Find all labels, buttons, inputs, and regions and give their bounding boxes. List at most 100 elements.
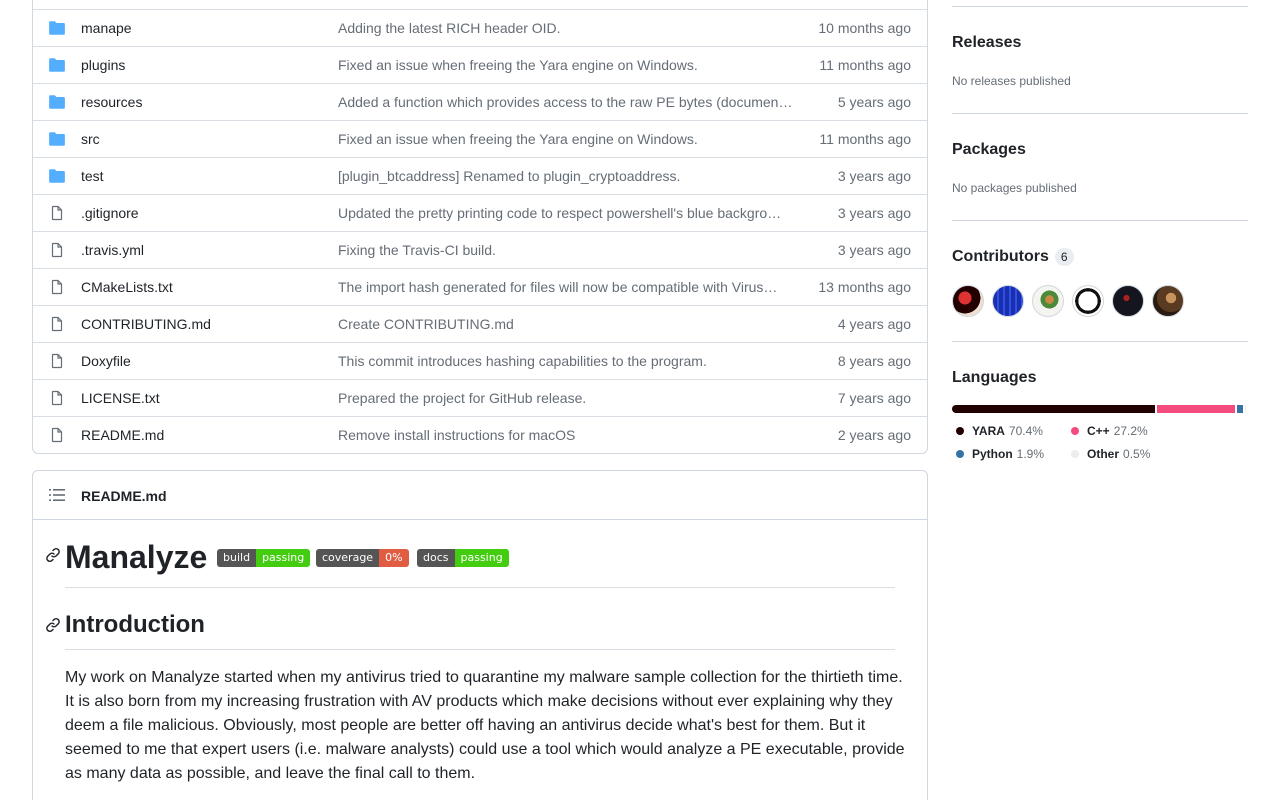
language-item[interactable]: YARA 70.4% xyxy=(952,424,1043,438)
file-row[interactable]: .travis.yml Fixing the Travis-CI build. 3 … xyxy=(33,231,927,268)
languages-bar xyxy=(952,405,1248,413)
readme-panel: README.md Manalyze build passing coverage 0… xyxy=(32,470,928,800)
contributors-count-badge: 6 xyxy=(1054,248,1074,266)
commit-time: 4 years ago xyxy=(837,316,911,332)
packages-empty-text: No packages published xyxy=(952,181,1077,195)
commit-message-link[interactable]: Remove install instructions for macOS xyxy=(338,427,796,443)
contributors-label[interactable]: Contributors xyxy=(952,248,1049,265)
folder-icon xyxy=(48,131,66,147)
contributor-avatar[interactable] xyxy=(1152,285,1184,317)
contributor-avatar[interactable] xyxy=(1032,285,1064,317)
file-row[interactable]: src Fixed an issue when freeing the Yara … xyxy=(33,120,927,157)
contributor-avatar[interactable] xyxy=(1072,285,1104,317)
language-percentage: 70.4% xyxy=(1008,424,1043,438)
language-percentage: 1.9% xyxy=(1016,447,1045,461)
file-name-link[interactable]: test xyxy=(81,168,104,184)
file-name-link[interactable]: plugins xyxy=(81,57,125,73)
file-row[interactable]: CONTRIBUTING.md Create CONTRIBUTING.md 4 y… xyxy=(33,305,927,342)
commit-time: 10 months ago xyxy=(818,20,911,36)
commit-message-link[interactable]: Fixing the Travis-CI build. xyxy=(338,242,796,258)
commit-time: 2 years ago xyxy=(837,427,911,443)
file-row[interactable]: LICENSE.txt Prepared the project for GitH… xyxy=(33,379,927,416)
readme-filename[interactable]: README.md xyxy=(81,488,167,504)
commit-message-link[interactable]: Adding the latest RICH header OID. xyxy=(338,20,796,36)
file-name-link[interactable]: resources xyxy=(81,94,142,110)
badge-value: passing xyxy=(256,549,311,567)
commit-message-link[interactable]: Fixed an issue when freeing the Yara eng… xyxy=(338,57,796,73)
commit-time: 8 years ago xyxy=(837,353,911,369)
language-name: Python xyxy=(972,447,1013,461)
file-row[interactable]: test [plugin_btcaddress] Renamed to plugi… xyxy=(33,157,927,194)
file-row[interactable]: CMakeLists.txt The import hash generated … xyxy=(33,268,927,305)
language-item[interactable]: Python 1.9% xyxy=(952,447,1044,461)
file-row[interactable]: resources Added a function which provides… xyxy=(33,83,927,120)
releases-empty-text: No releases published xyxy=(952,74,1071,88)
readme-header: README.md xyxy=(33,471,927,520)
badge-label: docs xyxy=(417,549,455,567)
folder-icon xyxy=(48,57,66,73)
file-icon xyxy=(48,427,66,443)
folder-icon xyxy=(48,94,66,110)
file-name-link[interactable]: README.md xyxy=(81,427,164,443)
file-row[interactable]: README.md Remove install instructions for… xyxy=(33,416,927,453)
commit-message-link[interactable]: Prepared the project for GitHub release. xyxy=(338,390,796,406)
file-icon xyxy=(48,316,66,332)
contributors-heading[interactable]: Contributors 6 xyxy=(952,248,1074,266)
contributor-avatar[interactable] xyxy=(952,285,984,317)
folder-icon xyxy=(48,168,66,184)
build-badge[interactable]: build passing xyxy=(217,549,311,567)
divider xyxy=(952,341,1248,342)
divider xyxy=(952,113,1248,114)
commit-message-link[interactable]: [plugin_btcaddress] Renamed to plugin_cr… xyxy=(338,168,796,184)
packages-heading[interactable]: Packages xyxy=(952,141,1026,159)
language-percentage: 27.2% xyxy=(1113,424,1148,438)
file-row[interactable]: .gitignore Updated the pretty printing co… xyxy=(33,194,927,231)
badge-value: passing xyxy=(454,549,509,567)
folder-icon xyxy=(48,20,66,36)
file-name-link[interactable]: CONTRIBUTING.md xyxy=(81,316,211,332)
languages-heading: Languages xyxy=(952,369,1037,386)
file-icon xyxy=(48,242,66,258)
file-row[interactable]: Doxyfile This commit introduces hashing c… xyxy=(33,342,927,379)
commit-time: 3 years ago xyxy=(837,205,911,221)
divider xyxy=(65,649,895,650)
commit-message-link[interactable]: The import hash generated for files will… xyxy=(338,279,796,295)
language-item[interactable]: C++ 27.2% xyxy=(1067,424,1148,438)
file-name-link[interactable]: Doxyfile xyxy=(81,353,131,369)
file-name-link[interactable]: manape xyxy=(81,20,132,36)
badge-label: coverage xyxy=(316,549,380,567)
language-bar-segment xyxy=(1156,405,1236,413)
contributor-avatar[interactable] xyxy=(1112,285,1144,317)
commit-time: 11 months ago xyxy=(819,131,911,147)
commit-message-link[interactable]: This commit introduces hashing capabilit… xyxy=(338,353,796,369)
anchor-link-icon[interactable] xyxy=(45,617,61,633)
file-row[interactable]: plugins Fixed an issue when freeing the Y… xyxy=(33,46,927,83)
commit-message-link[interactable]: Create CONTRIBUTING.md xyxy=(338,316,796,332)
file-name-link[interactable]: .gitignore xyxy=(81,205,139,221)
language-name: YARA xyxy=(972,424,1005,438)
divider xyxy=(952,220,1248,221)
language-item[interactable]: Other 0.5% xyxy=(1067,447,1150,461)
file-name-link[interactable]: LICENSE.txt xyxy=(81,390,160,406)
commit-time: 5 years ago xyxy=(837,94,911,110)
badge-value: 0% xyxy=(379,549,409,567)
commit-message-link[interactable]: Updated the pretty printing code to resp… xyxy=(338,205,796,221)
commit-time: 3 years ago xyxy=(837,242,911,258)
file-name-link[interactable]: .travis.yml xyxy=(81,242,144,258)
introduction-heading: Introduction xyxy=(65,611,205,638)
coverage-badge[interactable]: coverage 0% xyxy=(316,549,409,567)
commit-time: 13 months ago xyxy=(818,279,911,295)
file-icon xyxy=(48,279,66,295)
file-row[interactable]: manape Adding the latest RICH header OID.… xyxy=(33,9,927,46)
commit-message-link[interactable]: Added a function which provides access t… xyxy=(338,94,796,110)
contributor-avatar[interactable] xyxy=(992,285,1024,317)
commit-message-link[interactable]: Fixed an issue when freeing the Yara eng… xyxy=(338,131,796,147)
table-of-contents-icon[interactable] xyxy=(49,487,65,503)
file-name-link[interactable]: src xyxy=(81,131,100,147)
anchor-link-icon[interactable] xyxy=(45,547,61,563)
releases-heading[interactable]: Releases xyxy=(952,34,1021,52)
file-name-link[interactable]: CMakeLists.txt xyxy=(81,279,173,295)
divider xyxy=(65,587,895,588)
language-color-dot xyxy=(956,427,964,435)
docs-badge[interactable]: docs passing xyxy=(417,549,509,567)
